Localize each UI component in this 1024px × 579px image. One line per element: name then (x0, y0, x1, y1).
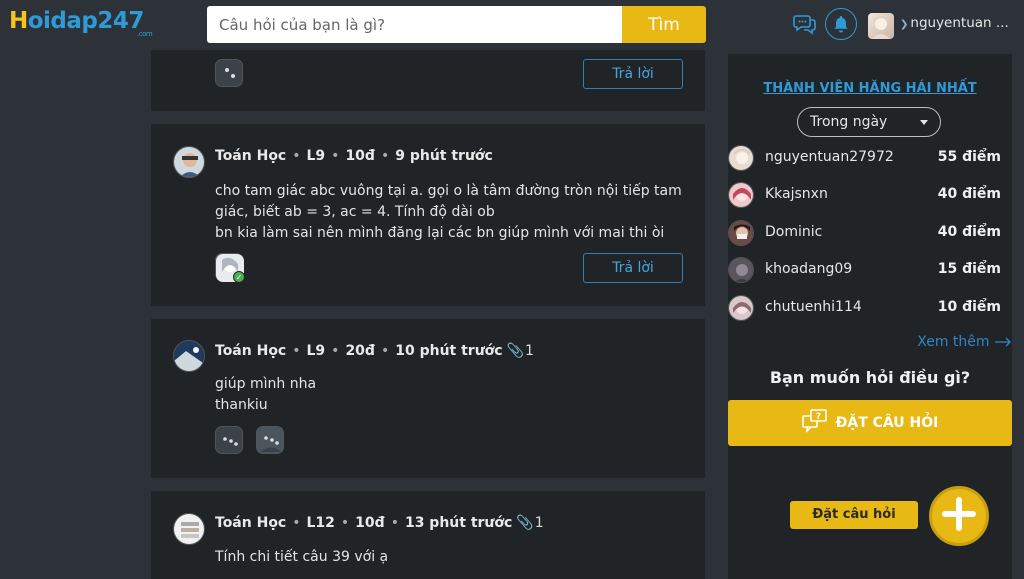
see-more-label: Xem thêm (917, 334, 990, 350)
answerer-avatar[interactable] (215, 59, 243, 87)
time-label: 10 phút trước (395, 343, 503, 359)
notification-bell-icon[interactable] (825, 8, 857, 40)
question-card: Toán Học • L9 • 10đ • 9 phút trước cho tam giá… (151, 124, 705, 306)
user-menu[interactable]: ❯ nguyentuan ... (900, 15, 1009, 31)
member-avatar (728, 295, 754, 321)
question-card: Toán Học • L12 • 10đ • 13 phút trước 📎1 Tính ch… (151, 491, 705, 579)
member-avatar (728, 257, 754, 283)
ask-button-label: ĐẶT CÂU HỎI (835, 415, 939, 431)
question-meta: Toán Học • L9 • 20đ • 10 phút trước 📎1 (215, 343, 534, 359)
member-points: 55 điểm (937, 149, 1001, 165)
member-row[interactable]: Dominic 40 điểm (728, 220, 1012, 246)
time-label: 13 phút trước (404, 515, 513, 531)
member-points: 40 điểm (937, 186, 1001, 202)
attachment-icon: 📎 (506, 343, 525, 359)
points-label: 20đ (345, 343, 375, 359)
member-name: khoadang09 (765, 261, 853, 277)
member-name: nguyentuan27972 (765, 149, 894, 165)
search-input[interactable] (207, 6, 622, 43)
question-line: Tính chi tiết câu 39 với ạ (215, 549, 389, 565)
asker-avatar[interactable] (173, 340, 205, 372)
member-name: Dominic (765, 224, 823, 240)
member-points: 15 điểm (937, 261, 1001, 277)
answerer-avatar[interactable] (215, 426, 243, 454)
attachment-count: 1 (525, 343, 534, 359)
member-avatar (728, 220, 754, 246)
member-row[interactable]: nguyentuan27972 55 điểm (728, 145, 1012, 171)
member-row[interactable]: khoadang09 15 điểm (728, 257, 1012, 283)
answerer-avatar[interactable]: ✓ (215, 253, 245, 283)
plus-icon (941, 496, 977, 536)
question-card: Toán Học • L9 • 20đ • 10 phút trước 📎1 giúp mìn… (151, 319, 705, 478)
subject-link[interactable]: Toán Học (215, 148, 286, 164)
answerer-avatar[interactable] (256, 426, 284, 454)
time-label: 9 phút trước (395, 148, 493, 164)
points-label: 10đ (345, 148, 375, 164)
search-button[interactable]: Tìm (622, 6, 706, 43)
reply-button[interactable]: Trả lời (583, 253, 683, 283)
question-line: cho tam giác abc vuông tại a. gọi o là t… (215, 183, 682, 220)
subject-link[interactable]: Toán Học (215, 343, 286, 359)
question-bubble-icon: ? (801, 409, 828, 437)
grade-label: L9 (306, 148, 326, 164)
sidebar-divider (728, 50, 1012, 54)
arrow-right-icon (994, 334, 1012, 350)
asker-avatar[interactable] (173, 513, 205, 545)
member-points: 40 điểm (937, 224, 1001, 240)
svg-text:?: ? (816, 412, 821, 422)
reply-button[interactable]: Trả lời (583, 59, 683, 89)
grade-label: L9 (306, 343, 326, 359)
floating-ask-label[interactable]: Đặt câu hỏi (790, 501, 918, 529)
see-more-link[interactable]: Xem thêm (917, 334, 1012, 350)
ask-question-button[interactable]: ? ĐẶT CÂU HỎI (728, 400, 1012, 446)
question-meta: Toán Học • L12 • 10đ • 13 phút trước 📎1 (215, 515, 544, 531)
attachment-count: 1 (534, 515, 544, 531)
chat-icon[interactable] (789, 8, 821, 40)
subject-link[interactable]: Toán Học (215, 515, 286, 531)
caret-down-icon (920, 120, 928, 125)
question-text[interactable]: giúp mình nha thankiu (215, 374, 695, 416)
question-line: thankiu (215, 397, 268, 413)
period-select[interactable]: Trong ngày (797, 107, 941, 137)
member-avatar (728, 145, 754, 171)
ask-question-title: Bạn muốn hỏi điều gì? (769, 368, 971, 387)
member-points: 10 điểm (937, 299, 1001, 315)
question-line: bn kia làm sai nên mình đăng lại các bn … (215, 225, 665, 241)
member-row[interactable]: Kkajsnxn 40 điểm (728, 182, 1012, 208)
grade-label: L12 (306, 515, 335, 531)
points-label: 10đ (355, 515, 385, 531)
verified-check-icon: ✓ (233, 271, 245, 283)
question-text[interactable]: Tính chi tiết câu 39 với ạ (215, 547, 695, 568)
member-avatar (728, 182, 754, 208)
asker-avatar[interactable] (173, 146, 205, 178)
period-value: Trong ngày (810, 114, 888, 130)
user-avatar[interactable] (868, 13, 894, 39)
question-meta: Toán Học • L9 • 10đ • 9 phút trước (215, 148, 493, 164)
member-name: chutuenhi114 (765, 299, 862, 315)
member-row[interactable]: chutuenhi114 10 điểm (728, 295, 1012, 321)
question-text[interactable]: cho tam giác abc vuông tại a. gọi o là t… (215, 181, 695, 244)
top-members-title[interactable]: THÀNH VIÊN HĂNG HÁI NHẤT (728, 81, 1012, 96)
chevron-down-icon: ❯ (900, 19, 909, 30)
site-logo[interactable]: Hoidap247 .com (9, 8, 153, 38)
question-line: giúp mình nha (215, 376, 317, 392)
attachment-icon: 📎 (516, 515, 534, 531)
floating-add-button[interactable] (929, 486, 989, 546)
top-header: Hoidap247 .com Tìm ❯nguyentuan ... (0, 0, 1024, 50)
member-name: Kkajsnxn (765, 186, 828, 202)
